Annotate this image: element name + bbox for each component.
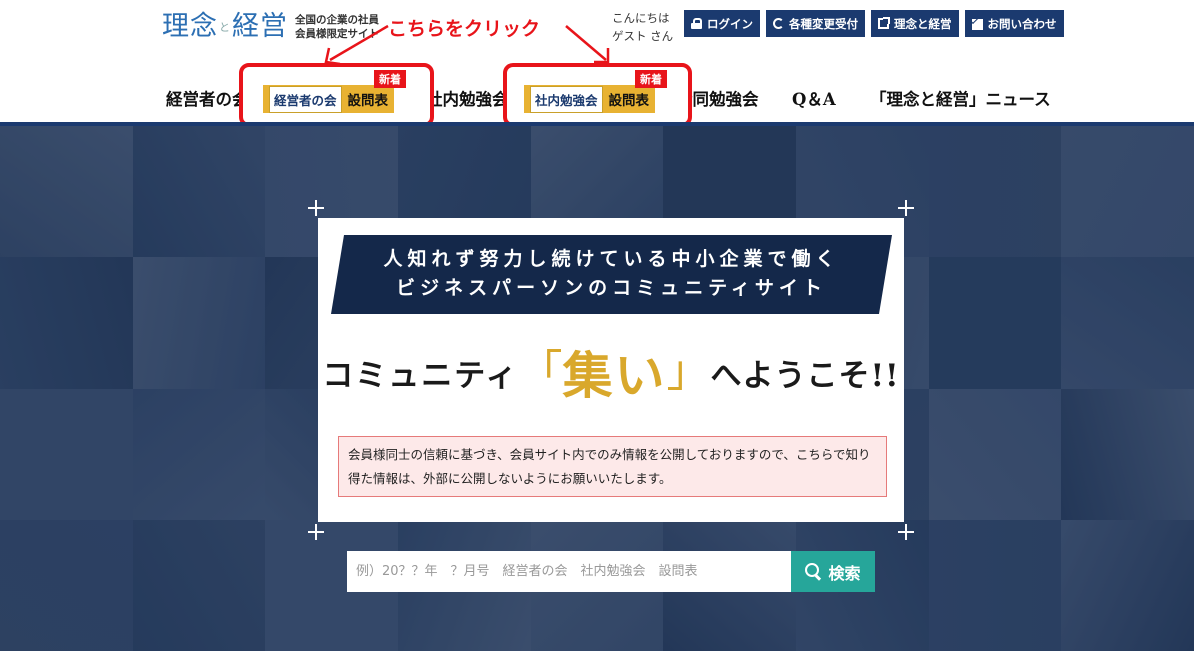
privacy-notice: 会員様同士の信頼に基づき、会員サイト内でのみ情報を公開しておりますので、こちらで… (338, 436, 887, 497)
shanai-question-sheet-link[interactable]: 社内勉強会 設問表 (524, 85, 656, 113)
tagline-banner: 人知れず努力し続けている中小企業で働く ビジネスパーソンのコミュニティサイト (331, 235, 892, 314)
lock-icon (691, 18, 702, 29)
rinen-to-keiei-button-label: 理念と経営 (894, 16, 952, 31)
crop-mark-bottom-right (898, 524, 914, 540)
keieisha-question-sheet-link[interactable]: 経営者の会 設問表 (263, 85, 395, 113)
welcome-bracket-open: 「 (518, 346, 563, 397)
new-badge: 新着 (374, 70, 406, 88)
tagline-line-1: 人知れず努力し続けている中小企業で働く (383, 248, 840, 270)
logo-text: 理念 (162, 11, 218, 42)
search-button-label: 検索 (828, 563, 861, 583)
greeting-line-1: こんにちは (612, 11, 670, 25)
crop-mark-top-right (898, 200, 914, 216)
external-link-icon (878, 17, 890, 29)
welcome-keyword: 集い (562, 346, 667, 405)
logo-text-2: 経営 (232, 11, 288, 42)
nav-item-qa[interactable]: Q＆A (792, 86, 836, 110)
welcome-bracket-close: 」 (666, 346, 711, 397)
shanai-chip-text: 設問表 (608, 93, 650, 109)
welcome-prefix: コミュニティ (322, 357, 519, 394)
greeting-line-2: ゲスト さん (612, 29, 674, 43)
tagline-line-2: ビジネスパーソンのコミュニティサイト (396, 277, 827, 299)
welcome-suffix: へようこそ!! (710, 357, 900, 394)
site-search: 検索 (347, 551, 875, 592)
change-request-button[interactable]: 各種変更受付 (766, 10, 865, 37)
rinen-to-keiei-button[interactable]: 理念と経営 (871, 10, 959, 37)
site-header: 理念と経営 全国の企業の社員 会員様限定サイト こちらをクリック こんにちは ゲ… (0, 0, 1194, 127)
contact-button[interactable]: お問い合わせ (964, 10, 1064, 37)
logo-subtitle-line-2: 会員様限定サイト (295, 28, 379, 41)
keieisha-chip-text: 設問表 (347, 93, 389, 109)
shanai-question-sheet-highlight: 社内勉強会 設問表 新着 (503, 63, 692, 127)
logo-subtitle-line-1: 全国の企業の社員 (295, 14, 379, 27)
keieisha-chip-label: 経営者の会 (269, 85, 342, 113)
nav-item-news[interactable]: 「理念と経営」ニュース (870, 86, 1051, 110)
top-button-bar: ログイン 各種変更受付 理念と経営 お問い合わせ (684, 10, 1064, 37)
login-button-label: ログイン (707, 16, 753, 31)
shanai-chip-label: 社内勉強会 (530, 85, 603, 113)
crop-mark-bottom-left (308, 524, 324, 540)
search-icon (805, 563, 822, 580)
keieisha-question-sheet-highlight: 経営者の会 設問表 新着 (239, 63, 434, 127)
logo-connector: と (219, 20, 231, 34)
hero-section: 人知れず努力し続けている中小企業で働く ビジネスパーソンのコミュニティサイト コ… (0, 126, 1194, 651)
new-badge: 新着 (635, 70, 667, 88)
welcome-heading: コミュニティ 「 集い 」 へようこそ!! (318, 336, 904, 408)
change-request-button-label: 各種変更受付 (789, 16, 858, 31)
nav-item-shanai-benkyokai[interactable]: 社内勉強会 (426, 86, 509, 110)
search-input[interactable] (347, 551, 791, 592)
crop-mark-top-left (308, 200, 324, 216)
sync-icon (773, 18, 784, 29)
login-button[interactable]: ログイン (684, 10, 760, 37)
click-here-annotation: こちらをクリック (388, 18, 541, 40)
contact-button-label: お問い合わせ (987, 16, 1057, 31)
logo-subtitle: 全国の企業の社員 会員様限定サイト (295, 13, 379, 41)
welcome-card: 人知れず努力し続けている中小企業で働く ビジネスパーソンのコミュニティサイト コ… (318, 218, 904, 522)
user-greeting: こんにちは ゲスト さん (612, 9, 673, 45)
search-button[interactable]: 検索 (791, 551, 875, 592)
tagline-text: 人知れず努力し続けている中小企業で働く ビジネスパーソンのコミュニティサイト (331, 245, 892, 303)
nav-item-keieisha-no-kai[interactable]: 経営者の会 (166, 86, 249, 110)
site-logo[interactable]: 理念と経営 全国の企業の社員 会員様限定サイト (162, 12, 379, 43)
logo-mark: 理念と経営 (162, 12, 288, 43)
mail-icon (971, 19, 983, 30)
